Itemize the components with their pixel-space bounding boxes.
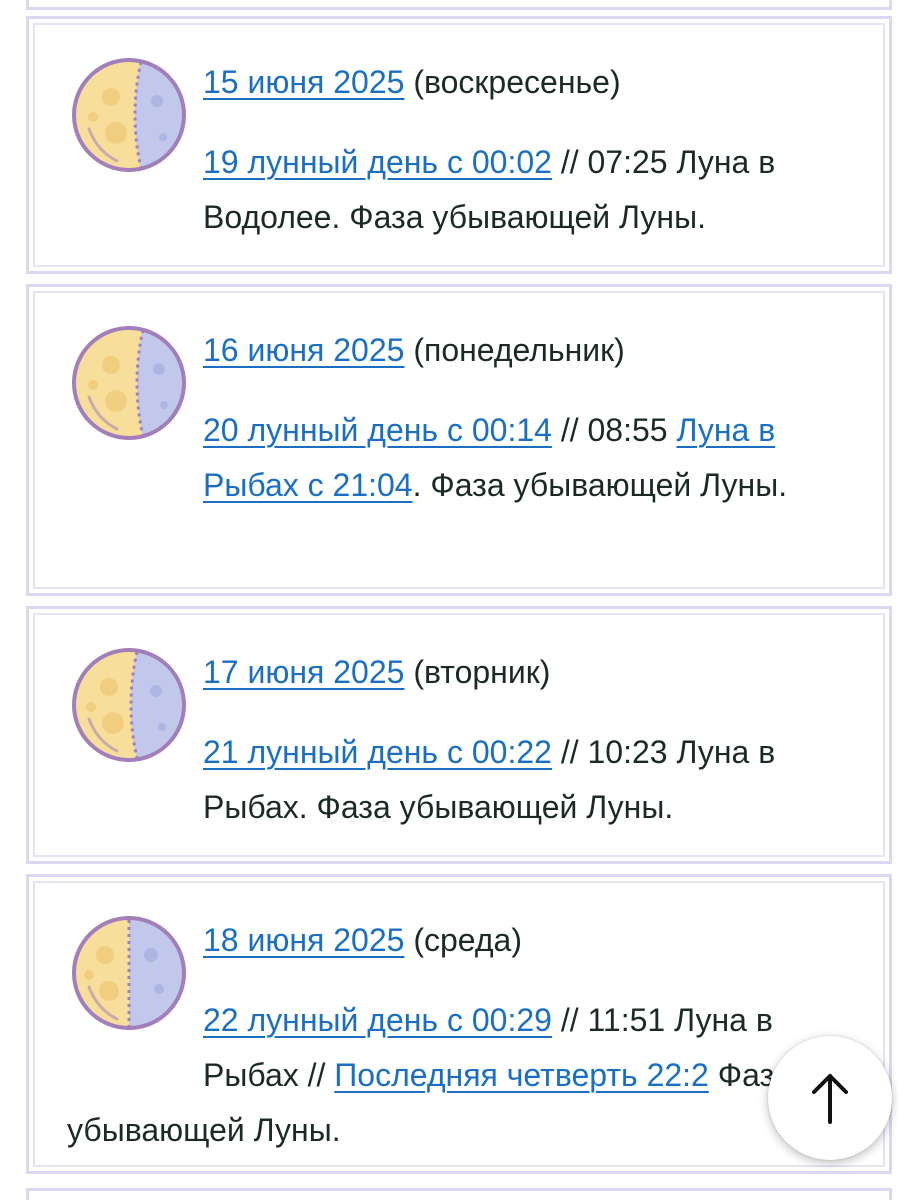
weekday-label: (вторник) bbox=[404, 654, 551, 690]
lunar-day-link[interactable]: 21 лунный день с 00:22 bbox=[203, 734, 552, 770]
arrow-up-icon bbox=[812, 1074, 848, 1124]
day-info: 17 июня 2025 (вторник) 21 лунный день с … bbox=[67, 645, 859, 835]
day-card: 15 июня 2025 (воскресенье) 19 лунный ден… bbox=[26, 16, 892, 274]
day-card: 16 июня 2025 (понедельник) 20 лунный ден… bbox=[26, 284, 892, 596]
date-link[interactable]: 15 июня 2025 bbox=[203, 64, 404, 100]
day-card: 17 июня 2025 (вторник) 21 лунный день с … bbox=[26, 606, 892, 864]
next-card-edge bbox=[26, 1188, 892, 1200]
lunar-day-link[interactable]: 19 лунный день с 00:02 bbox=[203, 144, 552, 180]
day-info: 15 июня 2025 (воскресенье) 19 лунный ден… bbox=[67, 55, 859, 245]
weekday-label: (понедельник) bbox=[404, 332, 625, 368]
weekday-label: (среда) bbox=[404, 922, 522, 958]
page: 15 июня 2025 (воскресенье) 19 лунный ден… bbox=[0, 0, 898, 1200]
weekday-label: (воскресенье) bbox=[404, 64, 621, 100]
date-link[interactable]: 16 июня 2025 bbox=[203, 332, 404, 368]
date-link[interactable]: 18 июня 2025 bbox=[203, 922, 404, 958]
scroll-to-top-button[interactable] bbox=[768, 1036, 892, 1160]
day-info: 16 июня 2025 (понедельник) 20 лунный ден… bbox=[67, 323, 859, 513]
previous-card-edge bbox=[26, 0, 892, 10]
date-link[interactable]: 17 июня 2025 bbox=[203, 654, 404, 690]
moon-phase-link[interactable]: Последняя четверть 22:2 bbox=[334, 1057, 709, 1093]
day-info: 18 июня 2025 (среда) 22 лунный день с 00… bbox=[67, 913, 859, 1158]
moon-time: // 08:55 bbox=[551, 412, 677, 448]
day-card: 18 июня 2025 (среда) 22 лунный день с 00… bbox=[26, 874, 892, 1174]
lunar-day-link[interactable]: 22 лунный день с 00:29 bbox=[203, 1002, 552, 1038]
lunar-day-link[interactable]: 20 лунный день с 00:14 bbox=[203, 412, 552, 448]
phase-text: . Фаза убывающей Луны. bbox=[412, 467, 788, 503]
